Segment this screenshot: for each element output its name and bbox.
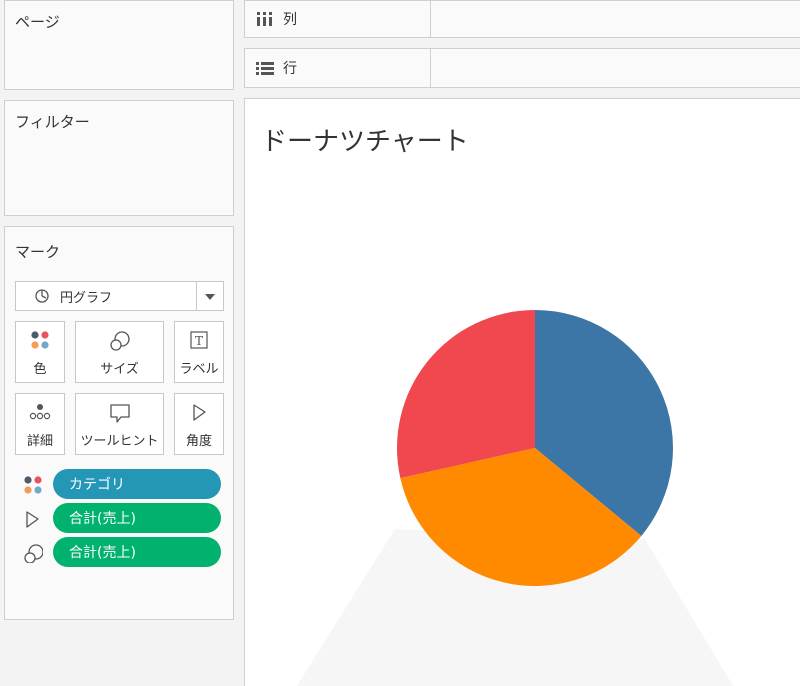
filters-card[interactable]: フィルター: [4, 100, 234, 216]
pages-card-title: ページ: [15, 13, 60, 31]
columns-label: 列: [283, 12, 297, 28]
chevron-down-icon: [205, 294, 215, 300]
detail-dots-icon: [29, 404, 51, 420]
rows-shelf-label: 行: [245, 49, 431, 87]
category-pill[interactable]: カテゴリ: [53, 469, 221, 499]
tooltip-icon: [109, 404, 130, 423]
label-button-label: ラベル: [179, 362, 219, 377]
mark-type-dropdown[interactable]: 円グラフ: [15, 281, 224, 311]
marks-card: マーク 円グラフ 色 サイズ T ラベル 詳細 ツールヒント 角度 カテゴリ 合…: [4, 226, 234, 620]
filters-card-title: フィルター: [15, 113, 90, 131]
view-title: ドーナツチャート: [261, 127, 469, 157]
pie-icon: [35, 289, 49, 303]
detail-button-label: 詳細: [26, 434, 53, 449]
angle-icon: [193, 404, 206, 421]
label-button[interactable]: T ラベル: [174, 321, 224, 383]
rows-shelf[interactable]: 行: [244, 48, 800, 88]
marks-card-title: マーク: [15, 243, 61, 261]
color-dots-icon: [31, 331, 49, 349]
rows-icon: [256, 62, 274, 75]
pill-row-size: 合計(売上): [23, 537, 223, 567]
columns-icon: [257, 12, 272, 26]
color-dots-icon: [24, 476, 42, 494]
angle-button-label: 角度: [185, 434, 212, 449]
tooltip-button-label: ツールヒント: [80, 434, 159, 449]
pie-slices: [397, 310, 673, 586]
sum-sales-size-pill[interactable]: 合計(売上): [53, 537, 221, 567]
pill-row-category: カテゴリ: [23, 469, 223, 499]
columns-shelf-label: 列: [245, 1, 431, 37]
size-button-label: サイズ: [100, 362, 139, 377]
detail-button[interactable]: 詳細: [15, 393, 65, 455]
pill-row-angle: 合計(売上): [23, 503, 223, 533]
angle-icon: [26, 511, 39, 528]
color-button[interactable]: 色: [15, 321, 65, 383]
color-button-label: 色: [33, 362, 47, 377]
sum-sales-angle-pill[interactable]: 合計(売上): [53, 503, 221, 533]
angle-button[interactable]: 角度: [174, 393, 224, 455]
dropdown-separator: [196, 282, 197, 310]
size-button[interactable]: サイズ: [75, 321, 164, 383]
view-pane[interactable]: ドーナツチャート: [244, 98, 800, 686]
pie-chart: [296, 310, 734, 686]
pages-card[interactable]: ページ: [4, 0, 234, 90]
svg-text:T: T: [195, 334, 203, 348]
columns-shelf[interactable]: 列: [244, 0, 800, 38]
size-icon: [109, 331, 130, 351]
text-label-icon: T: [190, 331, 208, 349]
mark-type-label: 円グラフ: [60, 290, 113, 306]
rows-label: 行: [283, 61, 297, 77]
size-icon: [24, 544, 43, 563]
tooltip-button[interactable]: ツールヒント: [75, 393, 164, 455]
